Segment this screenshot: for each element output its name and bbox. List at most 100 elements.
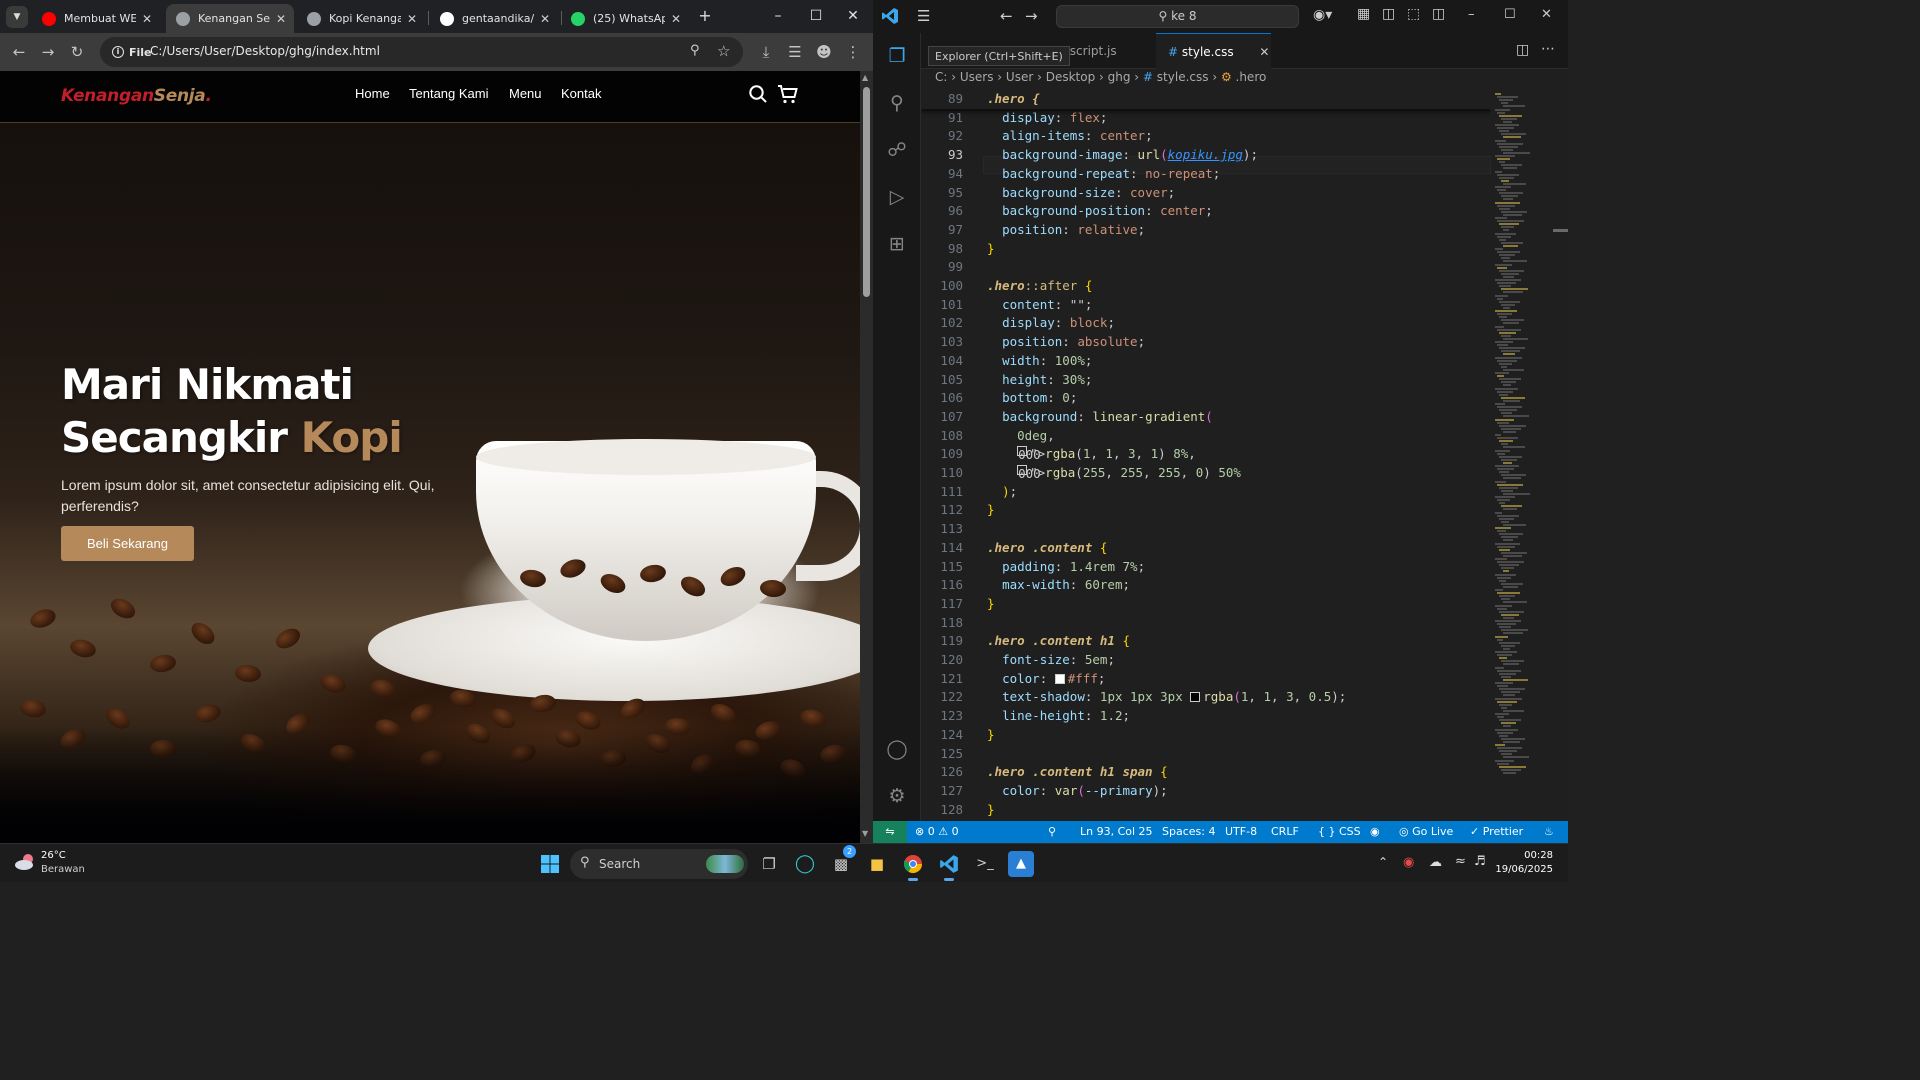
explorer-icon[interactable]: ❐ bbox=[885, 44, 909, 68]
search-icon[interactable] bbox=[748, 84, 768, 104]
task-view-icon[interactable]: ❐ bbox=[756, 851, 782, 877]
code-line[interactable]: color: #fff; bbox=[987, 671, 1105, 686]
site-logo[interactable]: KenanganSenja. bbox=[61, 86, 212, 106]
code-line[interactable]: background: linear-gradient( bbox=[987, 409, 1213, 424]
zoom-icon[interactable]: ⚲ bbox=[690, 43, 700, 58]
copilot-icon[interactable]: ◉▾ bbox=[1313, 7, 1332, 23]
remote-icon[interactable]: ⇋ bbox=[873, 821, 907, 843]
code-line[interactable]: align-items: center; bbox=[987, 128, 1153, 143]
breadcrumb-item[interactable]: C: bbox=[935, 70, 947, 84]
breadcrumb-item[interactable]: ghg bbox=[1108, 70, 1131, 84]
code-line[interactable]: display: block; bbox=[987, 315, 1115, 330]
code-line[interactable]: } bbox=[987, 727, 995, 742]
code-line[interactable]: color: var(--primary); bbox=[987, 783, 1168, 798]
app-icon[interactable]: ▲ bbox=[1008, 851, 1034, 877]
menu-kebab-icon[interactable]: ⋮ bbox=[842, 41, 864, 63]
code-line[interactable]: line-height: 1.2; bbox=[987, 708, 1130, 723]
edge-browser-icon[interactable]: ◯ bbox=[792, 851, 818, 877]
code-line[interactable]: .hero .content h1 { bbox=[987, 633, 1130, 648]
breadcrumb-item[interactable]: Desktop bbox=[1046, 70, 1096, 84]
breadcrumb-item[interactable]: .hero bbox=[1236, 70, 1267, 84]
scroll-down-arrow[interactable]: ▼ bbox=[862, 829, 868, 838]
browser-tab[interactable]: Kopi Kenangan S ✕ bbox=[297, 4, 425, 33]
scrollbar-thumb[interactable] bbox=[863, 87, 870, 297]
code-line[interactable]: position: absolute; bbox=[987, 334, 1145, 349]
code-line[interactable]: text-shadow: 1px 1px 3px rgba(1, 1, 3, 0… bbox=[987, 689, 1346, 704]
clock[interactable]: 00:28 19/06/2025 bbox=[1495, 849, 1553, 877]
vs-minimize-button[interactable]: – bbox=[1468, 7, 1475, 22]
code-line[interactable]: bottom: 0; bbox=[987, 390, 1077, 405]
code-line[interactable]: 000">rgba(255, 255, 255, 0) 50% bbox=[987, 465, 1241, 481]
microsoft-store-icon[interactable]: ▩ 2 bbox=[828, 845, 856, 877]
close-tab-icon[interactable]: ✕ bbox=[142, 12, 152, 26]
nav-contact-link[interactable]: Kontak bbox=[561, 86, 601, 101]
code-line[interactable]: max-width: 60rem; bbox=[987, 577, 1130, 592]
close-tab-icon[interactable]: ✕ bbox=[671, 12, 681, 26]
code-line[interactable]: background-repeat: no-repeat; bbox=[987, 166, 1220, 181]
toggle-secondary-sidebar-icon[interactable]: ◫ bbox=[1432, 6, 1445, 22]
code-line[interactable]: 0deg, bbox=[987, 428, 1055, 443]
profile-icon[interactable]: ☻ bbox=[813, 41, 835, 63]
maximize-button[interactable]: ☐ bbox=[798, 4, 834, 28]
url-text[interactable]: C:/Users/User/Desktop/ghg/index.html bbox=[150, 44, 380, 58]
problems-indicator[interactable]: ⊗ 0 ⚠ 0 bbox=[915, 825, 959, 838]
copilot-status-icon[interactable]: ◉ bbox=[1370, 825, 1380, 838]
code-line[interactable]: } bbox=[987, 802, 995, 817]
new-tab-button[interactable]: + bbox=[697, 7, 713, 25]
code-line[interactable]: content: ""; bbox=[987, 297, 1092, 312]
code-line[interactable]: font-size: 5em; bbox=[987, 652, 1115, 667]
close-tab-icon[interactable]: ✕ bbox=[407, 12, 417, 26]
weather-widget[interactable]: 26°C Berawan bbox=[14, 850, 114, 878]
vs-close-button[interactable]: ✕ bbox=[1541, 7, 1552, 22]
close-window-button[interactable]: ✕ bbox=[835, 4, 871, 28]
minimize-button[interactable]: – bbox=[760, 4, 796, 28]
encoding-status[interactable]: UTF-8 bbox=[1225, 825, 1257, 838]
start-button-windows-icon[interactable] bbox=[537, 851, 563, 877]
shopping-cart-icon[interactable] bbox=[777, 83, 799, 105]
minimap-slider[interactable] bbox=[1553, 229, 1568, 232]
prettier-status[interactable]: ✓ Prettier bbox=[1470, 825, 1523, 838]
menu-hamburger-icon[interactable]: ☰ bbox=[917, 7, 930, 25]
nav-about-link[interactable]: Tentang Kami bbox=[409, 86, 489, 101]
chrome-icon[interactable] bbox=[900, 851, 926, 881]
code-line[interactable]: } bbox=[987, 241, 995, 256]
browser-tab[interactable]: (25) WhatsApp ✕ bbox=[561, 4, 689, 33]
code-line[interactable]: background-size: cover; bbox=[987, 185, 1175, 200]
code-line[interactable]: height: 30%; bbox=[987, 372, 1092, 387]
code-line[interactable]: .hero .content { bbox=[987, 540, 1107, 555]
command-center-search[interactable]: ⚲ ke 8 bbox=[1056, 5, 1299, 28]
back-button[interactable]: ← bbox=[8, 41, 30, 63]
search-view-icon[interactable]: ⚲ bbox=[885, 91, 909, 115]
customize-layout-icon[interactable]: ▦ bbox=[1357, 6, 1370, 22]
tray-app-icon[interactable]: ◉ bbox=[1403, 855, 1414, 870]
toggle-sidebar-icon[interactable]: ◫ bbox=[1382, 6, 1395, 22]
forward-button[interactable]: → bbox=[37, 41, 59, 63]
code-line[interactable]: 000">rgba(1, 1, 3, 1) 8%, bbox=[987, 446, 1196, 462]
show-hidden-icons-chevron[interactable]: ⌃ bbox=[1378, 855, 1388, 869]
source-control-icon[interactable]: ☍ bbox=[885, 138, 909, 162]
bookmark-star-icon[interactable]: ☆ bbox=[717, 42, 730, 60]
nav-home-link[interactable]: Home bbox=[355, 86, 390, 101]
cursor-position[interactable]: Ln 93, Col 25 bbox=[1080, 825, 1153, 838]
minimap[interactable] bbox=[1491, 89, 1568, 821]
nav-forward-arrow[interactable]: → bbox=[1025, 7, 1038, 25]
code-editor[interactable]: 90 min-height: 100vh;91 display: flex;92… bbox=[921, 89, 1491, 821]
browser-tab[interactable]: gentaandika/we ✕ bbox=[430, 4, 558, 33]
close-tab-icon[interactable]: ✕ bbox=[1259, 45, 1269, 59]
reload-button[interactable]: ↻ bbox=[66, 41, 88, 63]
vs-maximize-button[interactable]: ☐ bbox=[1504, 7, 1516, 22]
nav-menu-link[interactable]: Menu bbox=[509, 86, 542, 101]
buy-now-button[interactable]: Beli Sekarang bbox=[61, 526, 194, 561]
browser-tab[interactable]: Membuat WEBSI ✕ bbox=[32, 4, 160, 33]
code-line[interactable]: background-image: url(kopiku.jpg); bbox=[987, 147, 1258, 162]
breadcrumb-item[interactable]: User bbox=[1006, 70, 1033, 84]
code-line[interactable]: display: flex; bbox=[987, 110, 1107, 125]
tab-style-css[interactable]: # style.css ✕ bbox=[1156, 33, 1271, 69]
close-tab-icon[interactable]: ✕ bbox=[540, 12, 550, 26]
run-debug-icon[interactable]: ▷ bbox=[885, 185, 909, 209]
close-tab-icon[interactable]: ✕ bbox=[276, 12, 286, 26]
terminal-icon[interactable]: >_ bbox=[972, 851, 998, 877]
code-line[interactable]: .hero .content h1 span { bbox=[987, 764, 1168, 779]
code-line[interactable]: width: 100%; bbox=[987, 353, 1092, 368]
volume-icon[interactable]: ♬ bbox=[1474, 854, 1486, 869]
